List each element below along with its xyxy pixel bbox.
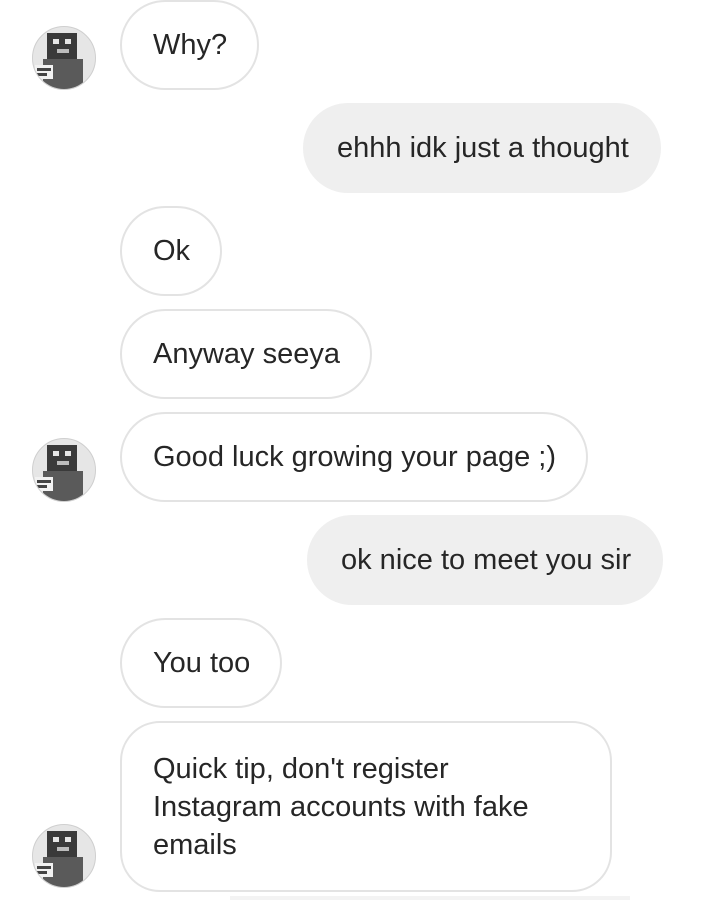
user-avatar-icon — [33, 825, 95, 887]
message-text: Good luck growing your page ;) — [153, 441, 556, 473]
contact-avatar[interactable] — [32, 438, 96, 502]
incoming-message[interactable]: Ok — [120, 206, 223, 296]
user-avatar-icon — [33, 439, 95, 501]
message-text: ehhh idk just a thought — [337, 132, 629, 164]
message-text-line: emails — [153, 829, 237, 861]
outgoing-message[interactable]: ehhh idk just a thought — [303, 103, 661, 193]
contact-avatar[interactable] — [32, 26, 96, 90]
message-text: Why? — [153, 29, 228, 61]
user-avatar-icon — [33, 27, 95, 89]
incoming-message[interactable]: Anyway seeya — [120, 309, 372, 399]
message-text-line: Instagram accounts with fake — [153, 791, 529, 823]
message-text: You too — [153, 647, 251, 679]
message-text: ok nice to meet you sir — [341, 544, 632, 576]
incoming-message[interactable]: Why? — [120, 0, 260, 90]
incoming-message[interactable]: Good luck growing your page ;) — [120, 412, 588, 502]
message-text: Ok — [153, 235, 191, 267]
incoming-message[interactable]: Quick tip, don't register Instagram acco… — [120, 721, 612, 892]
outgoing-message[interactable]: ok nice to meet you sir — [307, 515, 664, 605]
incoming-message[interactable]: You too — [120, 618, 283, 708]
message-text-line: Quick tip, don't register — [153, 753, 449, 785]
message-text: Anyway seeya — [153, 338, 340, 370]
contact-avatar[interactable] — [32, 824, 96, 888]
message-thread: Why? ehhh idk just a thought Ok Anyway s… — [0, 0, 720, 900]
next-message-edge — [230, 896, 630, 900]
